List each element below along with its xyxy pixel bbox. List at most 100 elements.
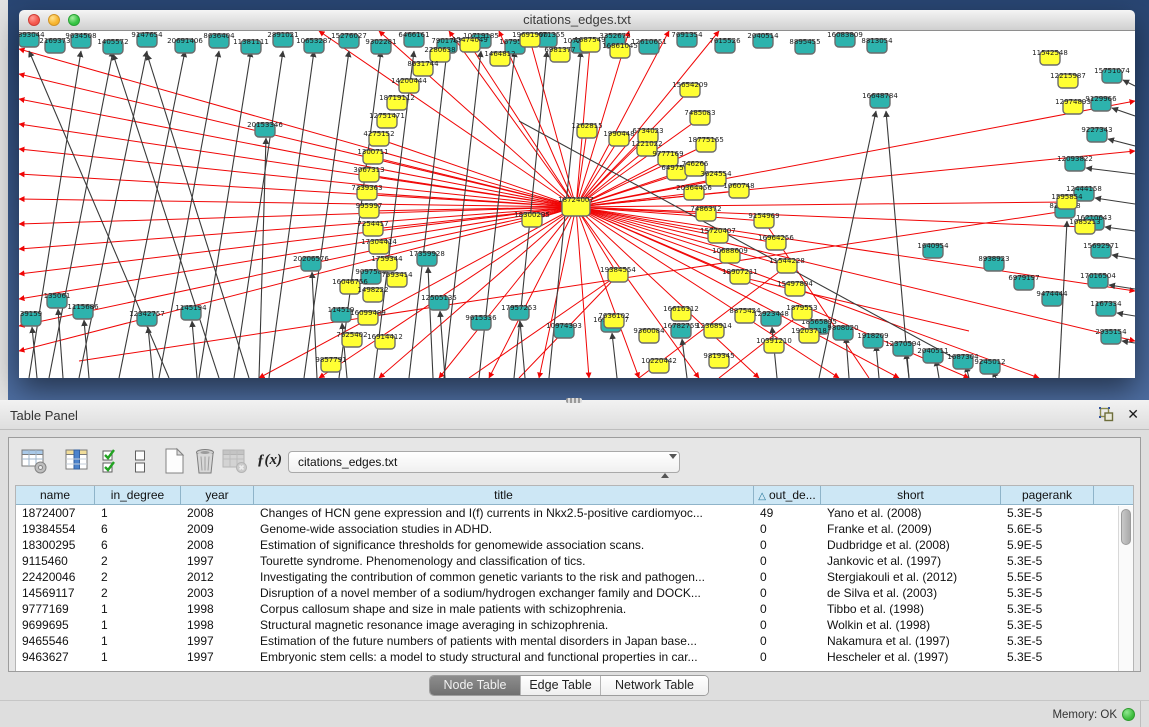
panel-splitter-handle[interactable] — [566, 398, 582, 403]
delete-column-icon[interactable] — [192, 447, 218, 478]
graph-node[interactable]: 9227343 — [1081, 126, 1112, 142]
graph-node[interactable]: 7615526 — [709, 37, 741, 53]
graph-node[interactable]: 4275152 — [363, 130, 394, 146]
table-row[interactable]: 1830029562008Estimation of significance … — [16, 537, 1133, 553]
new-column-icon[interactable] — [161, 447, 187, 478]
table-row[interactable]: 946554611997Estimation of the future num… — [16, 633, 1133, 649]
graph-node[interactable]: 20206576 — [293, 255, 329, 271]
table-row[interactable]: 911546021997Tourette syndrome. Phenomeno… — [16, 553, 1133, 569]
float-window-icon[interactable] — [1099, 407, 1114, 422]
graph-node[interactable]: 7691354 — [671, 31, 703, 47]
function-builder-icon[interactable]: ƒ(x) — [257, 452, 282, 469]
table-row[interactable]: 1872400712008Changes of HCN gene express… — [16, 505, 1133, 521]
graph-node[interactable]: 16914412 — [367, 333, 403, 349]
network-canvas[interactable]: 1893044216937396345081405572914765420691… — [19, 31, 1135, 378]
graph-node[interactable]: 9808020 — [827, 324, 858, 340]
graph-node[interactable]: 1640954 — [917, 242, 949, 258]
graph-node[interactable]: 3067313 — [353, 166, 384, 182]
graph-node[interactable]: 10974393 — [546, 322, 582, 338]
graph-node[interactable]: 9857791 — [315, 356, 346, 372]
graph-node[interactable]: 16616312 — [663, 305, 699, 321]
graph-node[interactable]: 8895455 — [789, 38, 820, 54]
close-panel-icon[interactable]: ✕ — [1127, 406, 1139, 422]
table-row[interactable]: 969969511998Structural magnetic resonanc… — [16, 617, 1133, 633]
graph-node[interactable]: 18775165 — [688, 136, 724, 152]
graph-node[interactable]: 14200444 — [391, 77, 427, 93]
table-row[interactable]: 1938455462009Genome-wide association stu… — [16, 521, 1133, 537]
graph-node[interactable]: 2040511 — [917, 347, 948, 363]
graph-node[interactable]: 8636404 — [203, 32, 235, 48]
graph-node[interactable]: 10220442 — [641, 357, 677, 373]
graph-node[interactable]: 6981377 — [544, 46, 575, 62]
graph-node[interactable]: 12370594 — [885, 340, 921, 356]
graph-node[interactable]: 6466161 — [398, 31, 429, 47]
graph-node[interactable]: 8813054 — [861, 37, 893, 53]
graph-node[interactable]: 18907211 — [722, 268, 758, 284]
show-columns-icon[interactable] — [63, 447, 91, 478]
graph-node[interactable]: 12342757 — [129, 310, 165, 326]
graph-node[interactable]: 1145194 — [175, 304, 207, 320]
graph-node[interactable]: 2040514 — [747, 32, 779, 48]
graph-node[interactable]: 10653287 — [296, 37, 332, 53]
graph-node[interactable]: 7625402 — [336, 331, 367, 347]
tab-edge-table[interactable]: Edge Table — [521, 676, 601, 695]
minimize-window-button[interactable] — [48, 14, 60, 26]
graph-node[interactable]: 995997 — [356, 202, 383, 218]
graph-node[interactable]: 12215987 — [1050, 72, 1086, 88]
scrollbar-thumb[interactable] — [1121, 509, 1131, 545]
graph-node[interactable]: 11381111 — [233, 38, 269, 54]
graph-node[interactable]: 12974893 — [1055, 98, 1091, 114]
clear-selection-icon[interactable] — [133, 447, 147, 478]
graph-node[interactable]: 1990448 — [603, 130, 634, 146]
graph-node[interactable]: 2891021 — [267, 31, 298, 47]
column-header-year[interactable]: year — [181, 486, 254, 504]
close-window-button[interactable] — [28, 14, 40, 26]
column-header-title[interactable]: title — [254, 486, 754, 504]
tab-network-table[interactable]: Network Table — [601, 676, 708, 695]
table-row[interactable]: 977716911998Corpus callosum shape and si… — [16, 601, 1133, 617]
column-settings-icon[interactable] — [20, 447, 48, 478]
graph-node[interactable]: 11544228 — [769, 257, 805, 273]
column-header-short[interactable]: short — [821, 486, 1001, 504]
graph-node[interactable]: 15276027 — [331, 32, 367, 48]
select-all-icon[interactable] — [101, 447, 123, 478]
graph-node[interactable]: 39159 — [20, 310, 42, 326]
graph-node[interactable]: 19203718 — [791, 327, 827, 343]
column-header-name[interactable]: name — [16, 486, 95, 504]
graph-node[interactable]: 9302281 — [365, 38, 396, 54]
delete-table-icon[interactable] — [221, 447, 249, 478]
graph-node[interactable]: 18719112 — [379, 94, 415, 110]
graph-node[interactable]: 16083809 — [827, 31, 863, 47]
graph-node[interactable]: 135061 — [44, 292, 71, 308]
graph-node[interactable]: 9147654 — [131, 31, 163, 47]
table-selector-dropdown[interactable]: citations_edges.txt — [288, 451, 680, 473]
graph-node[interactable]: 15497894 — [777, 280, 813, 296]
graph-node[interactable]: 20364456 — [676, 184, 712, 200]
zoom-window-button[interactable] — [68, 14, 80, 26]
graph-node[interactable]: 7485083 — [684, 109, 715, 125]
graph-node[interactable]: 16861045 — [602, 42, 638, 58]
graph-node[interactable]: 11542548 — [1032, 49, 1068, 65]
graph-node[interactable]: 9819345 — [703, 352, 734, 368]
graph-node[interactable]: 15654209 — [672, 81, 708, 97]
graph-node[interactable]: 6979197 — [1008, 274, 1039, 290]
graph-node[interactable]: 20153346 — [247, 121, 283, 137]
column-header-in_degree[interactable]: in_degree — [95, 486, 181, 504]
graph-node[interactable]: 17957253 — [501, 304, 537, 320]
graph-node[interactable]: 9615336 — [465, 314, 497, 330]
column-header-out_de[interactable]: △out_de... — [754, 486, 821, 504]
graph-node[interactable]: 10688609 — [712, 247, 748, 263]
vertical-scrollbar[interactable] — [1118, 506, 1133, 671]
column-header-pagerank[interactable]: pagerank — [1001, 486, 1094, 504]
table-row[interactable]: 1456911722003Disruption of a novel membe… — [16, 585, 1133, 601]
graph-node[interactable]: 1918209 — [857, 332, 888, 348]
graph-node[interactable]: 19384554 — [600, 266, 636, 282]
table-row[interactable]: 946362711997Embryonic stem cells: a mode… — [16, 649, 1133, 665]
graph-node[interactable]: 7339363 — [351, 184, 382, 200]
table-row[interactable]: 2242004622012Investigating the contribut… — [16, 569, 1133, 585]
graph-node[interactable]: 16648784 — [862, 92, 898, 108]
graph-node[interactable]: 1405572 — [97, 38, 128, 54]
graph-node[interactable]: 1115686 — [67, 303, 99, 319]
graph-node[interactable]: 12751471 — [369, 112, 405, 128]
graph-node[interactable]: 16964256 — [758, 234, 794, 250]
